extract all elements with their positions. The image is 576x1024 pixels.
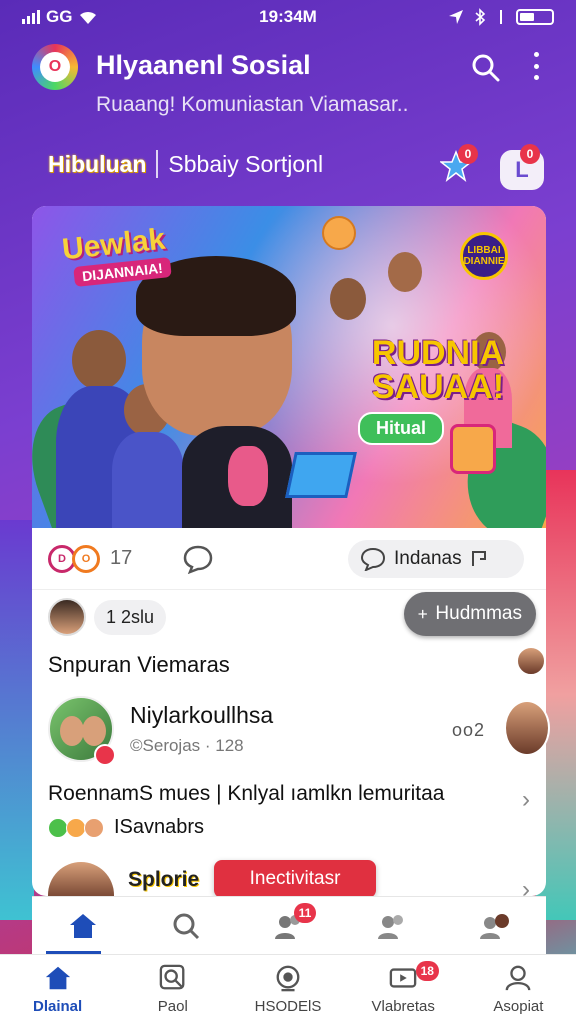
hero-title-right: RUDNIA SAUAA! (371, 334, 505, 406)
background-left-decor (0, 520, 34, 920)
nav-video[interactable]: 18 Vlabretas (346, 955, 461, 1024)
compose-label: Hudmmas (435, 603, 522, 624)
person-figure (72, 330, 126, 390)
battery-icon (516, 9, 554, 25)
app-subtitle: Ruaang! Komuniastan Viamasar.. (96, 93, 409, 116)
secondary-tab-strip: 11 (32, 896, 546, 954)
side-avatar[interactable] (504, 700, 550, 756)
live-badge-icon (94, 744, 116, 766)
post-card: Uewlak DIJANNAIA! LIBBAI DIANNIE RUDNIA … (32, 206, 546, 896)
comment-icon[interactable] (182, 544, 214, 574)
nav-search[interactable]: Paol (115, 955, 230, 1024)
category-divider (156, 150, 159, 178)
user-name[interactable]: Niylarkoullhsa (130, 702, 273, 729)
post-text: RoennamS mues | Knlyal ıamlkn lemuritaa (48, 782, 445, 805)
notifications-badge: 0 (520, 144, 540, 164)
status-bar: GG 19:34M (0, 0, 576, 34)
tab-groups[interactable] (340, 897, 443, 954)
search-icon (159, 964, 185, 990)
reaction-count: 17 (110, 547, 133, 569)
guitar-graphic (228, 446, 268, 506)
search-icon[interactable] (470, 52, 500, 82)
video-badge: 18 (415, 961, 439, 981)
friends-badge: 11 (293, 903, 317, 923)
nav-video-label: Vlabretas (371, 998, 435, 1015)
next-post-avatar[interactable] (48, 862, 114, 896)
category-row: Hibuluan Sbbaiy Sortjonl (48, 150, 323, 178)
toast-button[interactable]: Inectivitasr (214, 860, 376, 896)
emoji-icon (66, 817, 86, 838)
tab-friends[interactable]: 11 (238, 897, 341, 954)
plus-icon (418, 609, 427, 619)
video-icon (389, 968, 417, 988)
hero-pill: Hitual (358, 412, 445, 445)
tab-search[interactable] (135, 897, 238, 954)
tab-home[interactable] (32, 897, 135, 954)
more-menu-icon[interactable] (528, 52, 544, 80)
side-avatar[interactable] (516, 646, 546, 676)
next-post-label: Splorie (128, 868, 200, 891)
location-icon (449, 10, 463, 24)
search-icon (173, 913, 200, 939)
bottom-navigation: Dlainal Paol HSODElS 18 Vlabretas Asopia… (0, 954, 576, 1024)
home-icon (70, 913, 97, 938)
bookmark-icon (471, 551, 486, 566)
profile-group-icon (479, 913, 509, 939)
nav-home-label: Dlainal (33, 998, 83, 1015)
lantern-graphic (450, 424, 496, 474)
nav-profile[interactable]: Asopiat (461, 955, 576, 1024)
emoji-icon (48, 817, 68, 838)
hero-badge: LIBBAI DIANNIE (460, 232, 508, 280)
box-graphic (285, 452, 357, 498)
tab-profile[interactable] (443, 897, 546, 954)
vibrate-icon (500, 10, 502, 24)
share-button[interactable]: Indanas (348, 540, 524, 578)
main-character (136, 256, 296, 436)
user-more-options[interactable]: oo2 (452, 720, 485, 741)
hero-image[interactable]: Uewlak DIJANNAIA! LIBBAI DIANNIE RUDNIA … (32, 206, 546, 528)
nav-camera[interactable]: HSODElS (230, 955, 345, 1024)
tab-other-category[interactable]: Sbbaiy Sortjonl (168, 151, 323, 178)
favorites-badge: 0 (458, 144, 478, 164)
post-tags[interactable]: ISavnabrs (48, 816, 204, 839)
profile-icon (506, 965, 531, 991)
group-icon (377, 914, 403, 939)
notifications-button[interactable]: L 0 (500, 144, 544, 190)
nav-search-label: Paol (157, 998, 188, 1015)
haha-reaction-icon: O (72, 544, 100, 573)
ball-graphic (322, 216, 356, 250)
commenter-avatar[interactable] (48, 598, 86, 636)
camera-icon (276, 965, 300, 992)
post-actions: D O 17 Indanas (32, 528, 546, 590)
chat-bubble-icon (360, 547, 386, 571)
favorites-button[interactable]: 0 (438, 144, 478, 186)
chevron-right-icon[interactable]: › (522, 786, 530, 814)
chevron-right-icon[interactable]: › (522, 876, 530, 896)
nav-camera-label: HSODElS (254, 998, 322, 1015)
section-title: Snpuran Viemaras (48, 652, 230, 677)
user-meta: ©Serojas · 128 (130, 736, 244, 755)
home-icon (45, 966, 70, 990)
app-title: Hlyaanenl Sosial (96, 50, 311, 80)
compose-button[interactable]: Hudmmas (404, 592, 536, 636)
post-tags-label: ISavnabrs (114, 816, 205, 838)
person-figure (388, 252, 422, 292)
nav-profile-label: Asopiat (493, 998, 544, 1015)
comment-bubble[interactable]: 1 2slu (94, 600, 167, 635)
share-label: Indanas (394, 548, 462, 569)
person-figure (330, 278, 366, 320)
app-logo[interactable]: O (32, 44, 78, 90)
emoji-icon (84, 817, 104, 838)
nav-home[interactable]: Dlainal (0, 955, 115, 1024)
tab-hiburan[interactable]: Hibuluan (48, 151, 146, 178)
reactions[interactable]: D O (48, 544, 100, 573)
bluetooth-icon (475, 8, 486, 26)
